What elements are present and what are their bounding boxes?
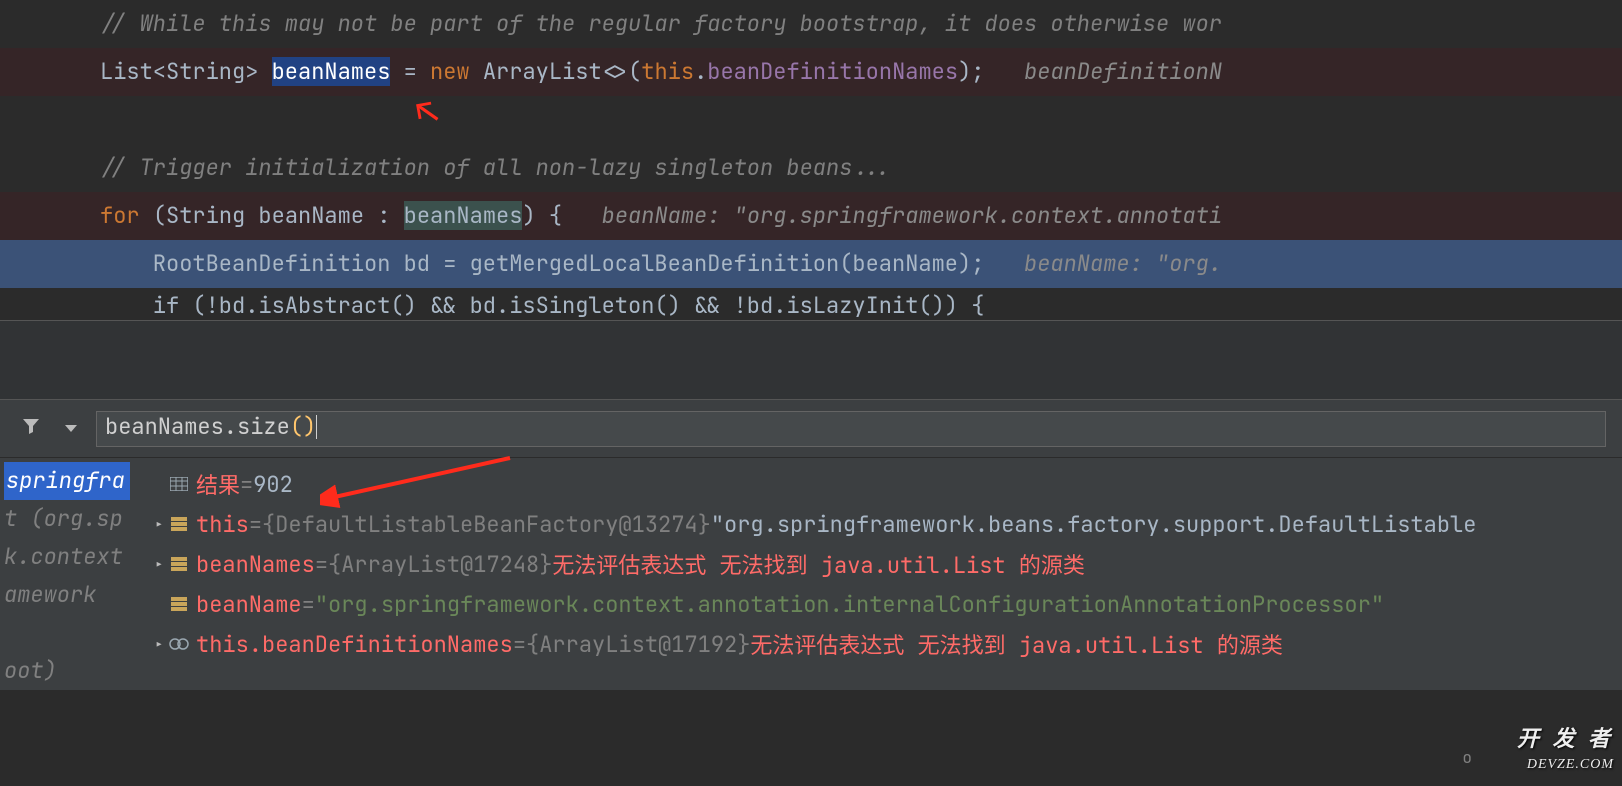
debug-panel: beanNames.size() springfra t (org.sp k.c… — [0, 400, 1622, 690]
variable-type: {DefaultListableBeanFactory@13274} — [262, 510, 711, 539]
watermark: 开 发 者 DEVZE.COM — [1517, 726, 1614, 778]
debug-toolbar: beanNames.size() — [0, 400, 1622, 458]
variable-name: beanName — [196, 590, 302, 619]
code-line: List<String> beanNames = new ArrayList<>… — [0, 48, 1622, 96]
result-icon — [168, 477, 190, 491]
variable-error: 无法评估表达式 无法找到 java.util.List 的源类 — [750, 628, 1282, 660]
panel-separator — [0, 320, 1622, 400]
code-line: for (String beanName : beanNames) { bean… — [0, 192, 1622, 240]
object-icon — [168, 597, 190, 611]
selection-highlight: beanNames — [272, 57, 391, 86]
inline-hint: beanName: "org. — [984, 249, 1222, 278]
code-line — [0, 96, 1622, 144]
variable-row[interactable]: ▸ beanNames = {ArrayList@17248} 无法评估表达式 … — [130, 544, 1622, 584]
code-editor[interactable]: // While this may not be part of the reg… — [0, 0, 1622, 320]
frames-panel[interactable]: springfra t (org.sp k.context amework oo… — [0, 458, 130, 690]
expand-icon[interactable]: ▸ — [150, 554, 168, 575]
frame-item[interactable]: oot) — [4, 652, 130, 690]
inline-hint: beanDefinitionN — [984, 57, 1222, 86]
variable-row[interactable]: ▸ this.beanDefinitionNames = {ArrayList@… — [130, 624, 1622, 664]
expand-icon[interactable]: ▸ — [150, 514, 168, 535]
variable-name: beanNames — [196, 550, 315, 579]
variable-row[interactable]: 结果 = 902 — [130, 464, 1622, 504]
variable-name: 结果 — [196, 468, 240, 500]
usage-highlight: beanNames — [404, 201, 523, 230]
variables-panel[interactable]: 结果 = 902 ▸ this = {DefaultListableBeanFa… — [130, 458, 1622, 690]
code-line: if (!bd.isAbstract() && bd.isSingleton()… — [0, 288, 1622, 320]
code-line: // Trigger initialization of all non-laz… — [0, 144, 1622, 192]
variable-value: "org.springframework.context.annotation.… — [315, 590, 1384, 619]
text-caret — [316, 415, 317, 439]
execution-line: RootBeanDefinition bd = getMergedLocalBe… — [0, 240, 1622, 288]
code-line: // While this may not be part of the reg… — [0, 0, 1622, 48]
frame-item[interactable]: k.context — [4, 538, 130, 576]
variable-value: 902 — [253, 470, 293, 499]
filter-icon[interactable] — [16, 414, 46, 443]
variable-name: this.beanDefinitionNames — [196, 630, 513, 659]
dropdown-icon[interactable] — [56, 414, 86, 443]
evaluate-expression-input[interactable]: beanNames.size() — [96, 411, 1606, 447]
frame-item[interactable]: amework — [4, 576, 130, 614]
watch-icon — [168, 638, 190, 650]
frame-item[interactable]: springfra — [4, 462, 130, 500]
frame-item[interactable]: t (org.sp — [4, 500, 130, 538]
inline-hint: beanName: "org.springframework.context.a… — [562, 201, 1222, 230]
comment-text: // Trigger initialization of all non-laz… — [100, 153, 892, 182]
variable-row[interactable]: ▸ this = {DefaultListableBeanFactory@132… — [130, 504, 1622, 544]
variable-type: {ArrayList@17248} — [328, 550, 552, 579]
debug-body: springfra t (org.sp k.context amework oo… — [0, 458, 1622, 690]
object-icon — [168, 557, 190, 571]
expand-icon[interactable]: ▸ — [150, 634, 168, 655]
object-icon — [168, 517, 190, 531]
variable-name: this — [196, 510, 249, 539]
variable-error: 无法评估表达式 无法找到 java.util.List 的源类 — [552, 548, 1084, 580]
variable-value: "org.springframework.beans.factory.suppo… — [711, 510, 1477, 539]
status-char: o — [1462, 747, 1472, 768]
variable-row[interactable]: beanName = "org.springframework.context.… — [130, 584, 1622, 624]
variable-type: {ArrayList@17192} — [526, 630, 750, 659]
comment-text: // While this may not be part of the reg… — [100, 9, 1222, 38]
